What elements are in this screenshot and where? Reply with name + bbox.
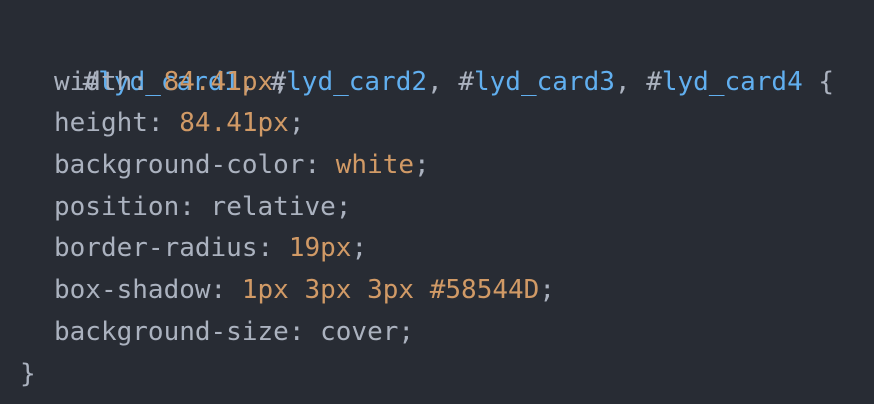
value-part: #58544D (429, 275, 540, 306)
colon: : (288, 316, 321, 347)
semicolon: ; (414, 150, 430, 181)
declaration-line: background-size: cover; (20, 312, 874, 354)
property-name: width (54, 66, 133, 97)
close-brace-line: } (20, 354, 874, 396)
value-space (414, 275, 430, 305)
semicolon: ; (398, 316, 415, 347)
property-value: relative (210, 191, 336, 222)
colon: : (304, 150, 336, 181)
property-value: white (335, 150, 415, 181)
value-part: 1px (241, 275, 289, 306)
selector-name: lyd_card4 (661, 66, 803, 97)
colon: : (210, 275, 242, 306)
property-name: box-shadow (54, 275, 211, 306)
semicolon: ; (351, 233, 368, 264)
value-space (351, 275, 367, 305)
value-part: 3px (367, 275, 415, 306)
selector-hash: # (458, 66, 474, 97)
colon: : (132, 66, 164, 97)
property-name: background-size (54, 316, 289, 347)
property-name: background-color (54, 150, 305, 181)
value-part: 3px (304, 275, 352, 306)
semicolon: ; (335, 191, 352, 222)
property-value: 84.41px (163, 66, 274, 97)
property-name: height (54, 108, 148, 139)
property-name: border-radius (54, 233, 258, 264)
selector-separator: , (614, 66, 647, 97)
declaration-line: height: 84.41px; (20, 103, 874, 145)
property-value: 84.41px (179, 108, 289, 139)
declaration-line: border-radius: 19px; (20, 228, 874, 270)
declaration-line: background-color: white; (20, 145, 874, 187)
colon: : (179, 191, 211, 222)
semicolon: ; (539, 275, 555, 306)
property-name: position (54, 191, 180, 222)
declaration-line: box-shadow: 1px 3px 3px #58544D; (20, 270, 874, 312)
open-brace: { (802, 66, 835, 97)
value-space (289, 275, 305, 305)
property-value: cover (320, 316, 399, 347)
selector-line: #lyd_card1, #lyd_card2, #lyd_card3, #lyd… (20, 20, 874, 97)
selector-name: lyd_card3 (474, 66, 615, 97)
colon: : (257, 233, 289, 264)
declaration-line: position: relative; (20, 187, 874, 229)
selector-hash: # (646, 66, 662, 97)
colon: : (147, 108, 180, 139)
selector-separator: , (427, 66, 459, 97)
semicolon: ; (273, 66, 289, 97)
code-editor: #lyd_card1, #lyd_card2, #lyd_card3, #lyd… (0, 0, 874, 404)
selector-name: lyd_card2 (286, 66, 428, 97)
property-value: 19px (288, 233, 352, 264)
semicolon: ; (288, 108, 305, 139)
close-brace: } (20, 358, 36, 389)
